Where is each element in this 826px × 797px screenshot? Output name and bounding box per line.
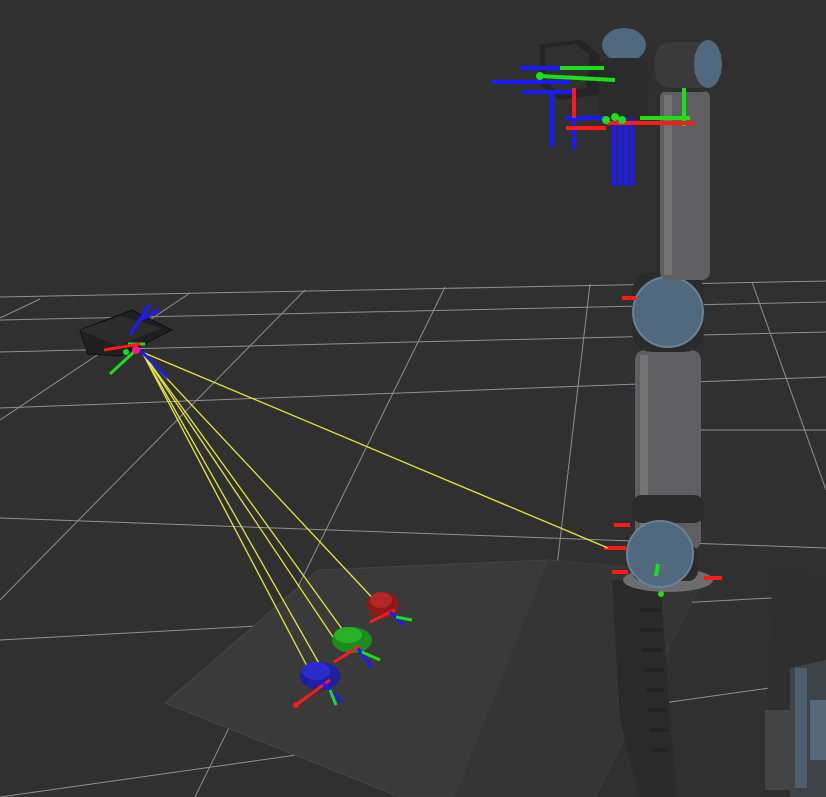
right-side-shelf xyxy=(763,565,826,797)
robot-wrist-cap xyxy=(694,40,722,88)
3d-viewport[interactable] xyxy=(0,0,826,797)
overhead-camera[interactable] xyxy=(79,303,174,380)
scene-canvas[interactable] xyxy=(0,0,826,797)
